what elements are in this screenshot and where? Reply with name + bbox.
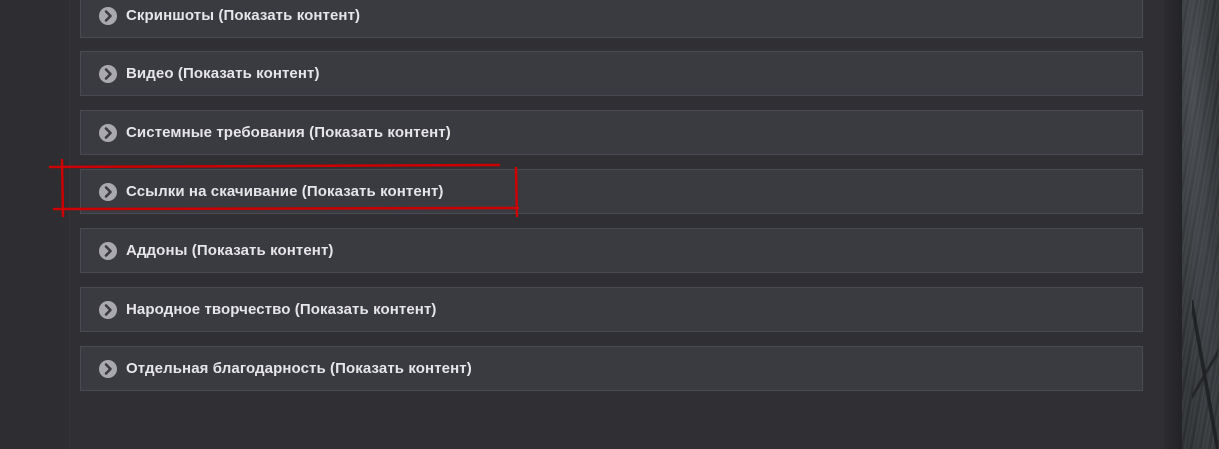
chevron-right-circle-icon bbox=[99, 182, 117, 201]
chevron-right-circle-icon bbox=[99, 123, 117, 142]
spoiler-special-thanks[interactable]: Отдельная благодарность (Показать контен… bbox=[80, 346, 1143, 391]
spoiler-video[interactable]: Видео (Показать контент) bbox=[80, 51, 1143, 96]
spoiler-label: Ссылки на скачивание (Показать контент) bbox=[126, 183, 444, 200]
spoiler-folk-creativity[interactable]: Народное творчество (Показать контент) bbox=[80, 287, 1143, 332]
chevron-right-circle-icon bbox=[99, 241, 117, 260]
page: Скриншоты (Показать контент) Видео (Пока… bbox=[0, 0, 1219, 449]
chevron-right-circle-icon bbox=[99, 64, 117, 83]
spoiler-label: Народное творчество (Показать контент) bbox=[126, 301, 437, 318]
spoiler-download-links[interactable]: Ссылки на скачивание (Показать контент) bbox=[80, 169, 1143, 214]
spoiler-label: Системные требования (Показать контент) bbox=[126, 124, 451, 141]
spoiler-system-requirements[interactable]: Системные требования (Показать контент) bbox=[80, 110, 1143, 155]
left-gutter bbox=[0, 0, 70, 449]
spoiler-label: Видео (Показать контент) bbox=[126, 65, 320, 82]
spoiler-label: Отдельная благодарность (Показать контен… bbox=[126, 360, 472, 377]
spoiler-label: Аддоны (Показать контент) bbox=[126, 242, 334, 259]
spoiler-addons[interactable]: Аддоны (Показать контент) bbox=[80, 228, 1143, 273]
tree-silhouette bbox=[1192, 300, 1218, 449]
spoiler-label: Скриншоты (Показать контент) bbox=[126, 7, 361, 24]
chevron-right-circle-icon bbox=[99, 300, 117, 319]
spoiler-screenshots[interactable]: Скриншоты (Показать контент) bbox=[80, 0, 1143, 38]
right-edge-shadow bbox=[1164, 0, 1182, 449]
background-image bbox=[1182, 0, 1219, 449]
chevron-right-circle-icon bbox=[99, 6, 117, 25]
chevron-right-circle-icon bbox=[99, 359, 117, 378]
